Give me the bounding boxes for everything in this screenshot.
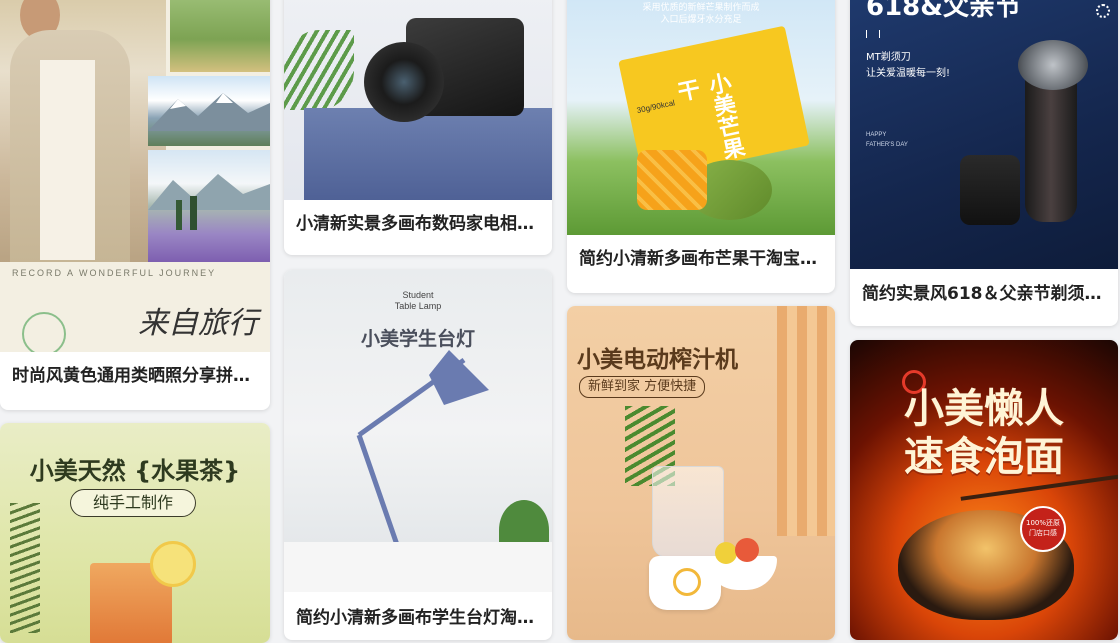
lamp-en-label-2: Table Lamp — [394, 301, 442, 311]
lemon-slice — [150, 541, 196, 587]
template-card-fruit-tea[interactable]: 小美天然 {水果茶} 纯手工制作 — [0, 423, 270, 643]
juicer-tag: 新鲜到家 方便快捷 — [579, 376, 706, 398]
card-thumbnail[interactable]: 小美电动榨汁机 新鲜到家 方便快捷 — [567, 306, 835, 640]
blender-jar — [652, 466, 724, 558]
card-title[interactable]: 简约实景风618＆父亲节剃须… — [862, 283, 1106, 305]
template-card-instant-noodles[interactable]: 小美懒人 速食泡面 100%还原 门店口感 — [850, 340, 1118, 640]
card-title[interactable]: 简约小清新多画布学生台灯淘… — [296, 607, 540, 629]
template-card-shaver[interactable]: 618&父亲节 MT剃须刀 让关爱温暖每一刻! HAPPY FATHER'S D… — [850, 0, 1118, 326]
lamp-en-label-1: Student — [402, 290, 434, 300]
card-title[interactable]: 简约小清新多画布芒果干淘宝… — [579, 248, 823, 270]
tea-headline: 小美天然 {水果茶} — [29, 457, 241, 485]
woman-photo — [0, 0, 166, 262]
card-thumbnail[interactable]: RECORD A WONDERFUL JOURNEY 来自旅行 — [0, 0, 270, 352]
shaver-menu-icon — [866, 30, 880, 38]
template-card-travel-collage[interactable]: RECORD A WONDERFUL JOURNEY 来自旅行 时尚风黄色通用类… — [0, 0, 270, 410]
shaver-headline: 618&父亲节 — [866, 0, 1021, 22]
taste-badge: 100%还原 门店口感 — [1020, 506, 1066, 552]
rosemary-decoration — [10, 503, 40, 633]
mango-top-line-2: 入口后爆牙水分充足 — [660, 15, 742, 25]
shaver-sub-2: 让关爱温暖每一刻! — [866, 68, 951, 79]
camera-lens — [364, 42, 444, 122]
template-card-student-lamp[interactable]: Student Table Lamp 小美学生台灯 简约小清新多画布学生台灯淘… — [284, 270, 552, 640]
shaver-stand — [960, 155, 1020, 225]
settings-icon[interactable] — [1096, 4, 1110, 18]
mango-cubes — [637, 150, 707, 210]
card-thumbnail[interactable]: 小美天然 {水果茶} 纯手工制作 — [0, 423, 270, 643]
lamp-headline: 小美学生台灯 — [360, 328, 475, 350]
landscape-tile-1 — [170, 0, 270, 72]
noodle-headline-2: 速食泡面 — [904, 434, 1064, 480]
card-thumbnail[interactable]: 618&父亲节 MT剃须刀 让关爱温暖每一刻! HAPPY FATHER'S D… — [850, 0, 1118, 269]
card-thumbnail[interactable]: 采用优质的新鲜芒果制作而成 入口后爆牙水分充足 小美芒果干 30g/90kcal — [567, 0, 835, 235]
travel-script-text: 来自旅行 — [138, 306, 258, 341]
template-card-juicer[interactable]: 小美电动榨汁机 新鲜到家 方便快捷 — [567, 306, 835, 640]
shaver-en-1: HAPPY — [866, 132, 887, 138]
template-card-camera[interactable]: 小清新实景多画布数码家电相… — [284, 0, 552, 255]
card-thumbnail[interactable]: Student Table Lamp 小美学生台灯 — [284, 270, 552, 592]
tea-tag: 纯手工制作 — [70, 489, 196, 517]
card-title[interactable]: 小清新实景多画布数码家电相… — [296, 213, 540, 235]
journey-subtitle: RECORD A WONDERFUL JOURNEY — [12, 268, 217, 278]
landscape-tile-3 — [148, 150, 270, 262]
display-pedestal — [304, 108, 552, 200]
palm-leaf — [284, 30, 354, 110]
juicer-headline: 小美电动榨汁机 — [577, 347, 738, 373]
curtain-decoration — [777, 306, 835, 536]
card-thumbnail[interactable]: 小美懒人 速食泡面 100%还原 门店口感 — [850, 340, 1118, 640]
card-thumbnail[interactable] — [284, 0, 552, 200]
card-title[interactable]: 时尚风黄色通用类晒照分享拼… — [12, 365, 258, 387]
landscape-tile-2 — [148, 76, 270, 146]
stamp-icon — [22, 312, 66, 352]
mango-weight: 30g/90kcal — [635, 98, 676, 116]
template-card-mango[interactable]: 采用优质的新鲜芒果制作而成 入口后爆牙水分充足 小美芒果干 30g/90kcal… — [567, 0, 835, 293]
shaver-en-2: FATHER'S DAY — [866, 142, 908, 148]
shaver-head — [1018, 40, 1088, 90]
shaver-sub-1: MT剃须刀 — [866, 52, 911, 63]
